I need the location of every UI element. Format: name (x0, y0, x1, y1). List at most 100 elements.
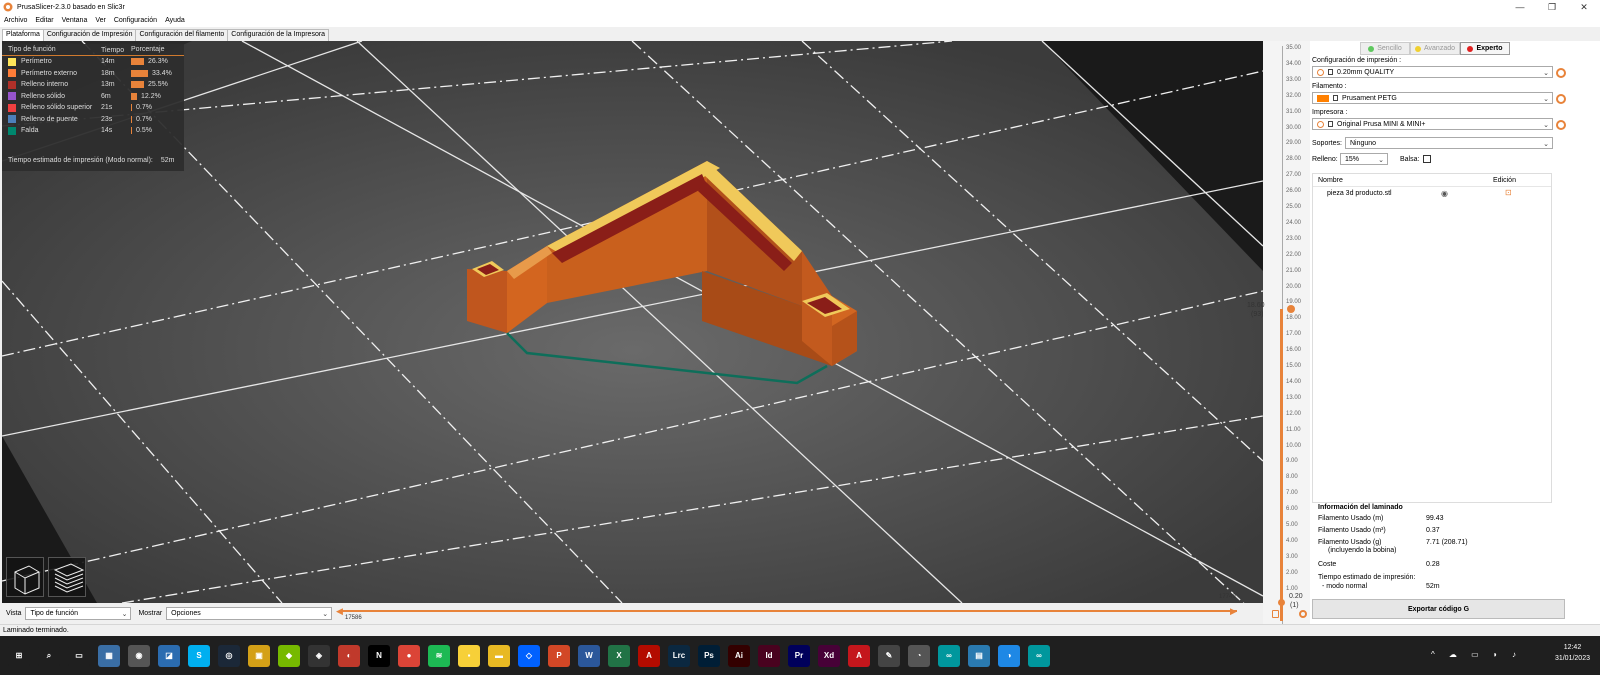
autocad-icon[interactable]: A (848, 644, 870, 667)
menu-editar[interactable]: Editar (31, 17, 57, 24)
menu-ventana[interactable]: Ventana (58, 17, 92, 24)
system-tray[interactable]: ^ ☁ ▭ ◗ ♪ (1431, 650, 1522, 659)
view-type-combo[interactable]: Tipo de función ⌄ (25, 606, 132, 620)
menu-configuracion[interactable]: Configuración (110, 17, 161, 24)
print-settings-cog-icon[interactable] (1556, 68, 1566, 78)
move-slider-right-thumb[interactable]: ▶ (1230, 606, 1237, 617)
mode-experto-button[interactable]: Experto (1460, 42, 1510, 55)
legend-time: 21s (101, 104, 113, 112)
acrobat-icon[interactable]: A (638, 644, 660, 667)
app-icon-4[interactable]: ◈ (308, 644, 330, 667)
xd-icon[interactable]: Xd (818, 644, 840, 667)
lock-icon[interactable] (1272, 610, 1279, 618)
layer-tick-label: 7.00 (1286, 490, 1298, 497)
arduino-icon[interactable]: ∞ (938, 644, 960, 667)
mode-avanzado-button[interactable]: Avanzado (1410, 42, 1460, 55)
3d-viewport[interactable] (2, 41, 1263, 603)
notes-icon[interactable]: ▪ (458, 644, 480, 667)
legend-feature: Relleno interno (8, 80, 101, 89)
netflix-icon[interactable]: N (368, 644, 390, 667)
mode-sencillo-button[interactable]: Sencillo (1360, 42, 1410, 55)
show-options-combo[interactable]: Opciones ⌄ (166, 606, 333, 620)
tab-print-settings[interactable]: Configuración de Impresión (42, 29, 137, 41)
menu-ver[interactable]: Ver (91, 17, 110, 24)
taskbar-clock[interactable]: 12:42 31/01/2023 (1555, 642, 1590, 664)
tab-filament-settings[interactable]: Configuración del filamento (135, 29, 229, 41)
printer-cog-icon[interactable] (1556, 120, 1566, 130)
mode-dot-icon (1467, 45, 1474, 52)
app-icon-3[interactable]: ▣ (248, 644, 270, 667)
powerpoint-icon[interactable]: P (548, 644, 570, 667)
layer-tick-label: 11.00 (1286, 426, 1301, 433)
photoshop-icon[interactable]: Ps (698, 644, 720, 667)
edit-icon[interactable]: ⊡ (1505, 188, 1512, 197)
dropbox-icon[interactable]: ◇ (518, 644, 540, 667)
app-icon-1[interactable]: ▦ (98, 644, 120, 667)
prusaslicer-icon[interactable]: ◔ (908, 644, 930, 667)
tab-printer-settings[interactable]: Configuración de la Impresora (227, 29, 330, 41)
legend-row[interactable]: Relleno sólido superior 21s 0.7% (2, 102, 184, 114)
3d-view-cube-icon[interactable] (6, 557, 44, 597)
word-icon[interactable]: W (578, 644, 600, 667)
arduino-icon-2[interactable]: ∞ (1028, 644, 1050, 667)
legend-row[interactable]: Relleno de puente 23s 0.7% (2, 114, 184, 126)
windows-icon[interactable]: ⊞ (8, 644, 30, 667)
menu-archivo[interactable]: Archivo (0, 17, 31, 24)
minimize-button[interactable]: — (1504, 0, 1536, 14)
chrome-icon[interactable]: ● (398, 644, 420, 667)
app-icon-2[interactable]: ◪ (158, 644, 180, 667)
indesign-icon[interactable]: Id (758, 644, 780, 667)
print-settings-value: 0.20mm QUALITY (1337, 68, 1395, 76)
illustrator-icon[interactable]: Ai (728, 644, 750, 667)
steam-icon[interactable]: ◎ (218, 644, 240, 667)
settings-cog-icon[interactable] (1299, 610, 1307, 618)
legend-row[interactable]: Perímetro externo 18m 33.4% (2, 68, 184, 80)
camera-icon[interactable]: ◉ (128, 644, 150, 667)
legend-pct: 33.4% (131, 69, 178, 77)
brim-checkbox[interactable] (1423, 155, 1431, 163)
layer-slider[interactable]: 35.00 34.00 33.00 32.00 31.00 30.00 29.00 28.00… (1247, 41, 1310, 633)
move-slider-left-thumb[interactable]: ◀ (336, 606, 343, 617)
layer-upper-thumb[interactable] (1287, 305, 1295, 313)
menu-ayuda[interactable]: Ayuda (161, 17, 189, 24)
app-icon-8[interactable]: ◑ (998, 644, 1020, 667)
legend-row[interactable]: Perímetro 14m 26.3% (2, 56, 184, 68)
app-icon-7[interactable]: ▤ (968, 644, 990, 667)
filament-combo[interactable]: Prusament PETG ⌄ (1312, 92, 1553, 104)
legend-row[interactable]: Relleno interno 13m 25.5% (2, 79, 184, 91)
task-view-icon[interactable]: ▭ (68, 644, 90, 667)
legend-swatch (8, 115, 16, 124)
spotify-icon[interactable]: ≋ (428, 644, 450, 667)
premiere-icon[interactable]: Pr (788, 644, 810, 667)
tab-plataforma[interactable]: Plataforma (2, 29, 44, 41)
maximize-button[interactable]: ❐ (1536, 0, 1568, 14)
print-settings-combo[interactable]: 0.20mm QUALITY ⌄ (1312, 66, 1553, 78)
layers-view-icon[interactable] (48, 557, 86, 597)
legend-row[interactable]: Falda 14s 0.5% (2, 125, 184, 137)
app-icon-5[interactable]: ◐ (338, 644, 360, 667)
skype-icon[interactable]: S (188, 644, 210, 667)
app-icon-6[interactable]: ✎ (878, 644, 900, 667)
explorer-icon[interactable]: ▬ (488, 644, 510, 667)
close-button[interactable]: ✕ (1568, 0, 1600, 14)
search-icon[interactable]: ⌕ (38, 644, 60, 667)
layer-tick-label: 13.00 (1286, 394, 1302, 401)
move-slider[interactable]: ◀ ▶ 17586 17749 (336, 594, 1239, 622)
excel-icon[interactable]: X (608, 644, 630, 667)
layer-lower-thumb[interactable] (1278, 599, 1285, 606)
legend-pct-bar (131, 104, 132, 112)
nvidia-icon[interactable]: ◆ (278, 644, 300, 667)
status-bar: Laminado terminado. (0, 624, 1600, 636)
printer-combo[interactable]: Original Prusa MINI & MINI+ ⌄ (1312, 118, 1553, 130)
filament-cog-icon[interactable] (1556, 94, 1566, 104)
list-item[interactable]: pieza 3d producto.stl ◉ ⊡ (1313, 187, 1551, 200)
lightroom-icon[interactable]: Lrc (668, 644, 690, 667)
legend-feature-name: Relleno sólido superior (21, 104, 93, 112)
right-sidebar: Sencillo Avanzado Experto Configuración … (1310, 41, 1600, 633)
layer-tick-label: 22.00 (1286, 251, 1302, 258)
eye-icon[interactable]: ◉ (1441, 189, 1448, 198)
legend-row[interactable]: Relleno sólido 6m 12.2% (2, 91, 184, 103)
supports-combo[interactable]: Ninguno ⌄ (1345, 137, 1553, 149)
export-gcode-button[interactable]: Exportar código G (1312, 599, 1565, 619)
infill-combo[interactable]: 15% ⌄ (1340, 153, 1388, 165)
